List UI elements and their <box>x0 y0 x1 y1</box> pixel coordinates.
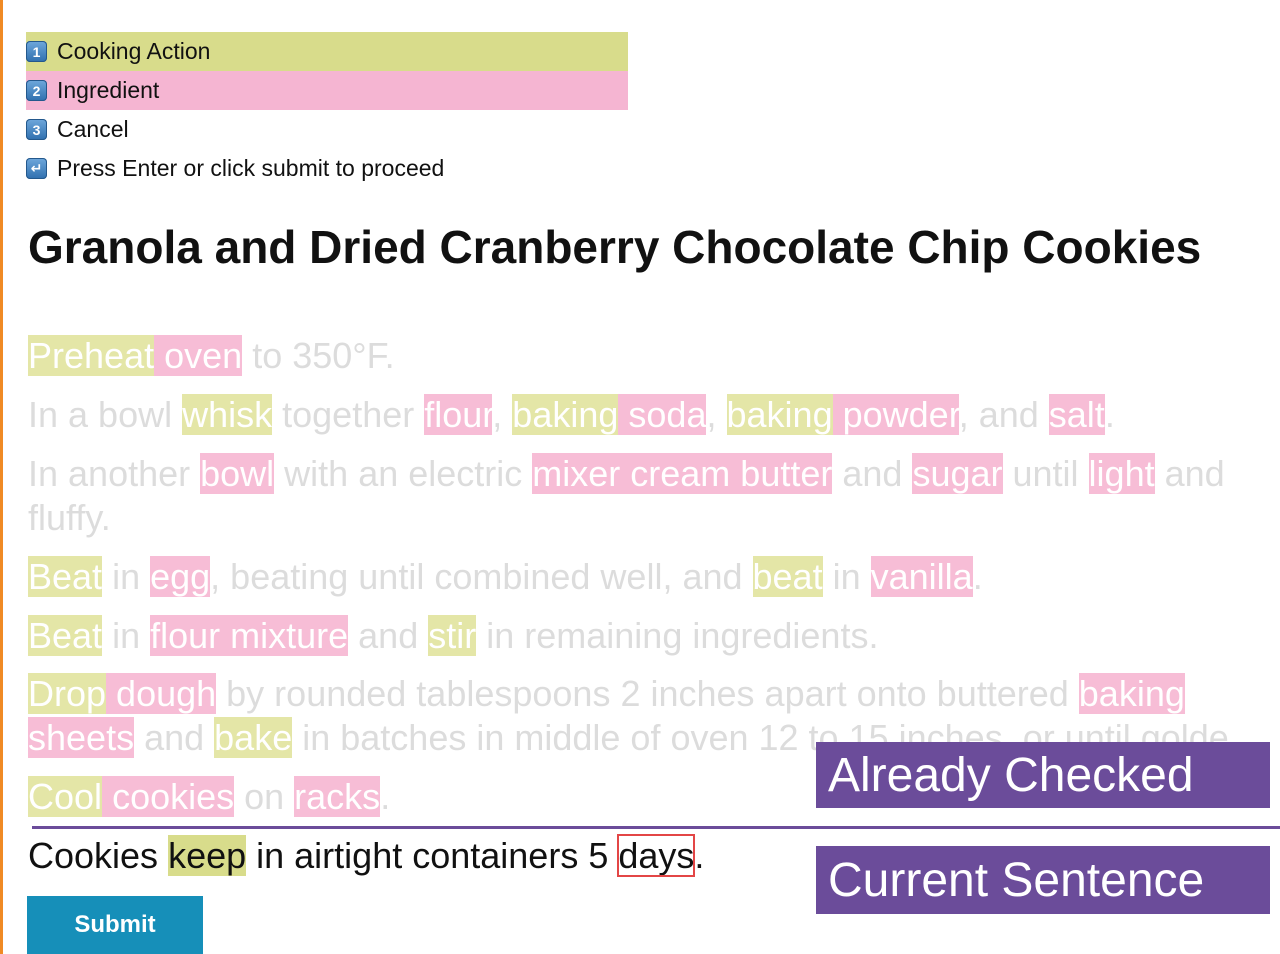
token-space <box>154 335 165 376</box>
ingredient-token[interactable]: baking <box>1078 673 1185 714</box>
ingredient-token[interactable]: light <box>1088 453 1155 494</box>
text-token: and <box>1154 453 1225 494</box>
legend-label: Cancel <box>57 116 129 142</box>
ingredient-token[interactable]: egg <box>150 556 211 597</box>
sentence-checked: Preheat oven to 350°F. <box>28 334 395 378</box>
recipe-title: Granola and Dried Cranberry Chocolate Ch… <box>28 221 1202 273</box>
text-token: until <box>1002 453 1089 494</box>
ingredient-token[interactable]: soda <box>628 394 707 435</box>
ingredient-token[interactable]: oven <box>164 335 243 376</box>
sentence-checked-continued: fluffy. <box>28 496 111 540</box>
text-token: in <box>822 556 871 597</box>
text-token: in <box>102 556 151 597</box>
text-token: fluffy. <box>28 497 111 538</box>
ingredient-token[interactable]: vanilla <box>870 556 973 597</box>
action-token[interactable]: keep <box>168 835 247 876</box>
text-token: and <box>134 717 215 758</box>
token-space <box>618 394 629 435</box>
current-sentence-divider <box>32 826 1280 829</box>
ingredient-token[interactable]: sugar <box>912 453 1003 494</box>
ingredient-token[interactable]: sheets <box>28 717 135 758</box>
ingredient-token[interactable]: mixer cream butter <box>532 453 833 494</box>
shortcut-legend: 1 Cooking Action 2 Ingredient 3 Cancel ↵… <box>26 32 628 188</box>
text-token: . <box>694 835 705 876</box>
key-3-icon: 3 <box>26 119 47 140</box>
sentence-checked: Cool cookies on racks. <box>28 775 390 819</box>
key-2-icon: 2 <box>26 80 47 101</box>
text-token: with an electric <box>274 453 533 494</box>
text-token: in remaining ingredients. <box>476 615 879 656</box>
action-token[interactable]: stir <box>428 615 477 656</box>
legend-label: Cooking Action <box>57 38 211 64</box>
text-token: . <box>1104 394 1115 435</box>
text-token: In another <box>28 453 201 494</box>
action-token[interactable]: beat <box>752 556 823 597</box>
text-token[interactable]: Cookies <box>28 835 168 876</box>
legend-cooking-action[interactable]: 1 Cooking Action <box>26 32 628 71</box>
sentence-checked: In another bowl with an electric mixer c… <box>28 452 1225 496</box>
submit-button[interactable]: Submit <box>27 896 203 954</box>
ingredient-token[interactable]: salt <box>1048 394 1105 435</box>
ingredient-token[interactable]: cookies <box>112 776 235 817</box>
action-token[interactable]: baking <box>726 394 833 435</box>
text-token: . <box>972 556 983 597</box>
text-token: . <box>380 776 391 817</box>
action-token[interactable]: Beat <box>28 556 103 597</box>
action-token[interactable]: whisk <box>182 394 273 435</box>
action-token[interactable]: Preheat <box>28 335 155 376</box>
text-token: In a bowl <box>28 394 183 435</box>
left-border <box>0 0 3 954</box>
token-space <box>832 394 843 435</box>
text-token: on <box>234 776 295 817</box>
text-token: in <box>102 615 151 656</box>
key-1-icon: 1 <box>26 41 47 62</box>
sentence-checked: Beat in flour mixture and stir in remain… <box>28 614 878 658</box>
ingredient-token[interactable]: powder <box>842 394 959 435</box>
already-checked-label: Already Checked <box>816 742 1270 808</box>
ingredient-token[interactable]: flour mixture <box>150 615 349 656</box>
action-token[interactable]: bake <box>214 717 293 758</box>
legend-label: Press Enter or click submit to proceed <box>57 155 445 181</box>
text-token: to 350°F. <box>242 335 395 376</box>
ingredient-token[interactable]: bowl <box>200 453 275 494</box>
text-token: , and <box>958 394 1049 435</box>
legend-label: Ingredient <box>57 77 160 103</box>
token-space <box>106 673 117 714</box>
text-token: together <box>272 394 425 435</box>
selected-token[interactable]: days <box>617 834 696 877</box>
text-token: , <box>706 394 727 435</box>
sentence-checked: Drop dough by rounded tablespoons 2 inch… <box>28 672 1185 716</box>
action-token[interactable]: Beat <box>28 615 103 656</box>
action-token[interactable]: Cool <box>28 776 103 817</box>
text-token[interactable]: in airtight containers 5 <box>246 835 618 876</box>
current-sentence-label: Current Sentence <box>816 846 1270 914</box>
sentence-checked: Beat in egg, beating until combined well… <box>28 555 983 599</box>
text-token: and <box>832 453 913 494</box>
current-sentence: Cookies keep in airtight containers 5 da… <box>28 834 704 878</box>
legend-cancel[interactable]: 3 Cancel <box>26 110 628 149</box>
text-token: , beating until combined well, and <box>210 556 753 597</box>
text-token: and <box>348 615 429 656</box>
text-token: , <box>492 394 513 435</box>
token-space <box>102 776 113 817</box>
legend-ingredient[interactable]: 2 Ingredient <box>26 71 628 110</box>
text-token: by rounded tablespoons 2 inches apart on… <box>216 673 1079 714</box>
sentence-checked: In a bowl whisk together flour, baking s… <box>28 393 1115 437</box>
enter-key-icon: ↵ <box>26 158 47 179</box>
ingredient-token[interactable]: racks <box>294 776 381 817</box>
ingredient-token[interactable]: flour <box>424 394 493 435</box>
action-token[interactable]: Drop <box>28 673 107 714</box>
action-token[interactable]: baking <box>512 394 619 435</box>
legend-enter-hint: ↵ Press Enter or click submit to proceed <box>26 149 628 188</box>
ingredient-token[interactable]: dough <box>116 673 217 714</box>
